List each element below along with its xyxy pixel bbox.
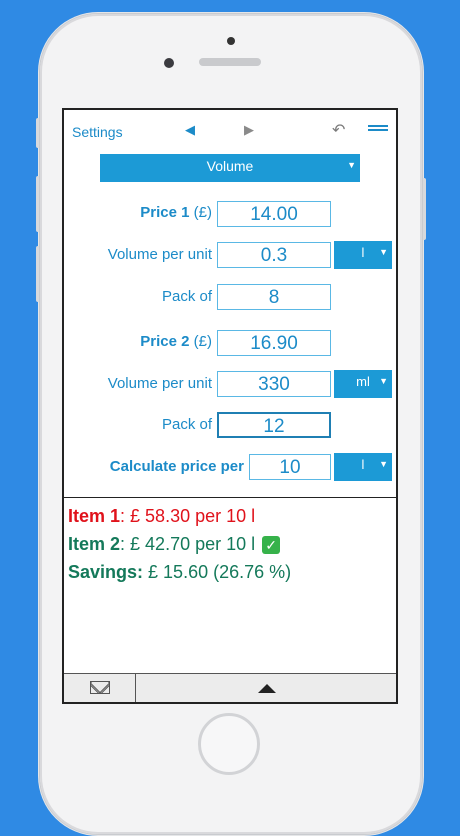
pack-2-label: Pack of [161,416,212,433]
volume-2-label: Volume per unit [107,375,212,392]
pack-1-label: Pack of [161,288,212,305]
volume-2-unit-select[interactable]: ml ▼ [334,370,392,398]
mode-select-value: Volume [206,158,254,174]
menu-icon[interactable] [368,125,388,133]
pack-1-input[interactable]: 8 [217,284,331,310]
previous-arrow-icon[interactable]: ◀ [185,122,195,138]
earpiece-speaker [199,58,261,66]
price-2-input[interactable]: 16.90 [217,330,331,356]
bottom-toolbar [64,673,396,702]
pack-2-input[interactable]: 12 [217,412,331,438]
result-item-2: Item 2: £ 42.70 per 10 l ✓ [68,534,281,555]
chevron-down-icon: ▼ [379,247,388,257]
volume-1-input[interactable]: 0.3 [217,242,331,268]
price-1-input[interactable]: 14.00 [217,201,331,227]
proximity-sensor [227,37,235,45]
app-screen: Settings ◀ ▶ ↶ Volume ▼ Price 1 (£) 14.0… [62,108,398,704]
mail-icon [90,681,110,694]
price-2-label: Price 2 (£) [140,333,212,350]
calculate-unit-select[interactable]: l ▼ [334,453,392,481]
chevron-down-icon: ▼ [379,459,388,469]
settings-button[interactable]: Settings [72,124,123,140]
mail-button[interactable] [64,674,136,702]
mode-select[interactable]: Volume ▼ [100,154,360,182]
calculate-per-input[interactable]: 10 [249,454,331,480]
volume-1-unit-select[interactable]: l ▼ [334,241,392,269]
next-arrow-icon[interactable]: ▶ [244,122,254,138]
check-icon: ✓ [262,536,281,555]
power-button [422,178,426,240]
chevron-down-icon: ▼ [379,376,388,386]
divider [64,497,396,498]
nav-bar: Settings ◀ ▶ ↶ [64,110,396,152]
result-item-1: Item 1: £ 58.30 per 10 l [68,506,256,526]
calculate-per-label: Calculate price per [109,458,244,475]
chevron-down-icon: ▼ [347,160,356,170]
home-button[interactable] [198,713,260,775]
undo-icon[interactable]: ↶ [332,120,345,140]
volume-1-label: Volume per unit [107,246,212,263]
result-savings: Savings: £ 15.60 (26.76 %) [68,562,292,582]
volume-2-input[interactable]: 330 [217,371,331,397]
front-camera [164,58,174,68]
price-1-label: Price 1 (£) [140,204,212,221]
chevron-up-icon[interactable] [258,684,276,693]
